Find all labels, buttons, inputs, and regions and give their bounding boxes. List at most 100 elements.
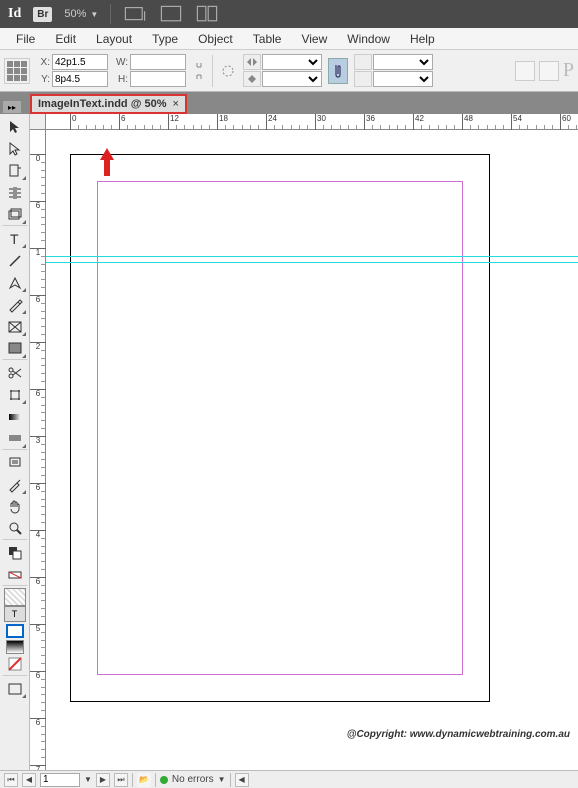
- guide-line[interactable]: [46, 262, 578, 263]
- stroke-style-icon[interactable]: [354, 71, 372, 87]
- menu-edit[interactable]: Edit: [45, 30, 86, 48]
- menu-object[interactable]: Object: [188, 30, 243, 48]
- h-label: H:: [114, 74, 128, 85]
- next-page-button[interactable]: ▶: [96, 773, 110, 787]
- h-input[interactable]: [130, 71, 186, 87]
- zoom-level-dropdown[interactable]: 50% ▼: [64, 8, 98, 20]
- menu-layout[interactable]: Layout: [86, 30, 142, 48]
- reference-point-icon[interactable]: [4, 58, 30, 84]
- zoom-tool[interactable]: [2, 518, 28, 540]
- chevron-down-icon[interactable]: ▼: [84, 775, 92, 784]
- arrange-documents-icon[interactable]: [195, 4, 219, 24]
- menubar: File Edit Layout Type Object Table View …: [0, 28, 578, 50]
- y-input[interactable]: [52, 71, 108, 87]
- note-tool[interactable]: [2, 452, 28, 474]
- chevron-down-icon[interactable]: ▼: [218, 775, 226, 784]
- horizontal-ruler[interactable]: 06121824303642485460: [46, 114, 578, 130]
- preflight-text: No errors: [172, 774, 214, 785]
- vertical-ruler[interactable]: 06162636465667: [30, 130, 46, 770]
- ruler-tick: 30: [315, 114, 326, 130]
- view-options-icon[interactable]: [123, 4, 147, 24]
- selection-tool[interactable]: [2, 116, 28, 138]
- menu-window[interactable]: Window: [337, 30, 400, 48]
- page-number-input[interactable]: [40, 773, 80, 787]
- effects-icon[interactable]: [515, 61, 535, 81]
- eyedropper-tool[interactable]: [2, 474, 28, 496]
- paperclip-icon[interactable]: [328, 58, 348, 84]
- menu-type[interactable]: Type: [142, 30, 188, 48]
- scissors-tool[interactable]: [2, 362, 28, 384]
- chevron-down-icon: ▼: [90, 10, 98, 19]
- separator: [155, 773, 156, 787]
- stroke-style-dropdown[interactable]: [373, 71, 433, 87]
- apply-color-icon[interactable]: [6, 624, 24, 638]
- ruler-tick: 24: [266, 114, 277, 130]
- paragraph-style-icon[interactable]: P: [563, 59, 574, 82]
- preflight-status-icon[interactable]: [160, 776, 168, 784]
- wrap-icon[interactable]: [539, 61, 559, 81]
- document-tab[interactable]: ImageInText.indd @ 50% ×: [30, 94, 187, 114]
- hand-tool[interactable]: [2, 496, 28, 518]
- w-input[interactable]: [130, 54, 186, 70]
- free-transform-tool[interactable]: [2, 384, 28, 406]
- guide-line[interactable]: [46, 256, 578, 257]
- ruler-tick: 18: [217, 114, 228, 130]
- canvas[interactable]: [46, 130, 578, 770]
- prev-page-button[interactable]: ◀: [22, 773, 36, 787]
- gradient-feather-tool[interactable]: [2, 428, 28, 450]
- ruler-origin[interactable]: [30, 114, 46, 130]
- pencil-tool[interactable]: [2, 294, 28, 316]
- ruler-tick: 54: [511, 114, 522, 130]
- pen-tool[interactable]: [2, 272, 28, 294]
- scale-y-dropdown[interactable]: [262, 71, 322, 87]
- direct-selection-tool[interactable]: [2, 138, 28, 160]
- stroke-dropdown[interactable]: [373, 54, 433, 70]
- scale-x-dropdown[interactable]: [262, 54, 322, 70]
- type-tool[interactable]: T: [2, 228, 28, 250]
- separator: [212, 55, 213, 87]
- menu-help[interactable]: Help: [400, 30, 445, 48]
- document-tabbar: ▸▸ ImageInText.indd @ 50% ×: [0, 92, 578, 114]
- apply-none-icon[interactable]: [2, 654, 28, 676]
- rotate-icon[interactable]: [219, 62, 237, 80]
- separator: [132, 773, 133, 787]
- view-mode-icon[interactable]: [2, 678, 28, 700]
- page-tool[interactable]: [2, 160, 28, 182]
- line-tool[interactable]: [2, 250, 28, 272]
- rectangle-frame-tool[interactable]: [2, 316, 28, 338]
- gradient-swatch-tool[interactable]: [2, 406, 28, 428]
- screen-mode-icon[interactable]: [159, 4, 183, 24]
- ruler-tick: 12: [168, 114, 179, 130]
- flip-h-icon[interactable]: [243, 54, 261, 70]
- menu-file[interactable]: File: [6, 30, 45, 48]
- menu-table[interactable]: Table: [243, 30, 292, 48]
- page[interactable]: [70, 154, 490, 702]
- close-tab-icon[interactable]: ×: [173, 98, 179, 110]
- fill-stroke-swap[interactable]: [2, 542, 28, 564]
- first-page-button[interactable]: ⏮: [4, 773, 18, 787]
- workspace: 06121824303642485460 06162636465667 @Cop…: [30, 114, 578, 770]
- x-input[interactable]: [52, 54, 108, 70]
- expand-panels-icon[interactable]: ▸▸: [2, 100, 22, 114]
- copyright-text: @Copyright: www.dynamicwebtraining.com.a…: [347, 729, 570, 740]
- default-fill-stroke[interactable]: [2, 564, 28, 586]
- gap-tool[interactable]: [2, 182, 28, 204]
- rectangle-tool[interactable]: [2, 338, 28, 360]
- apply-gradient-icon[interactable]: [6, 640, 24, 654]
- scroll-left-button[interactable]: ◀: [235, 773, 249, 787]
- last-page-button[interactable]: ⏭: [114, 773, 128, 787]
- formatting-container-icon[interactable]: [4, 588, 26, 606]
- bridge-badge[interactable]: Br: [33, 7, 52, 22]
- constrain-proportions-icon[interactable]: [192, 57, 206, 85]
- stroke-weight-icon[interactable]: [354, 54, 372, 70]
- control-panel: X: Y: W: H: P: [0, 50, 578, 92]
- formatting-text-icon[interactable]: T: [4, 606, 26, 622]
- annotation-arrow-icon: [100, 148, 114, 176]
- flip-v-icon[interactable]: [243, 71, 261, 87]
- x-label: X:: [36, 57, 50, 68]
- open-button[interactable]: 📂: [137, 773, 151, 787]
- menu-view[interactable]: View: [291, 30, 337, 48]
- content-collector-tool[interactable]: [2, 204, 28, 226]
- ruler-tick: 36: [364, 114, 375, 130]
- zoom-value: 50%: [64, 8, 86, 20]
